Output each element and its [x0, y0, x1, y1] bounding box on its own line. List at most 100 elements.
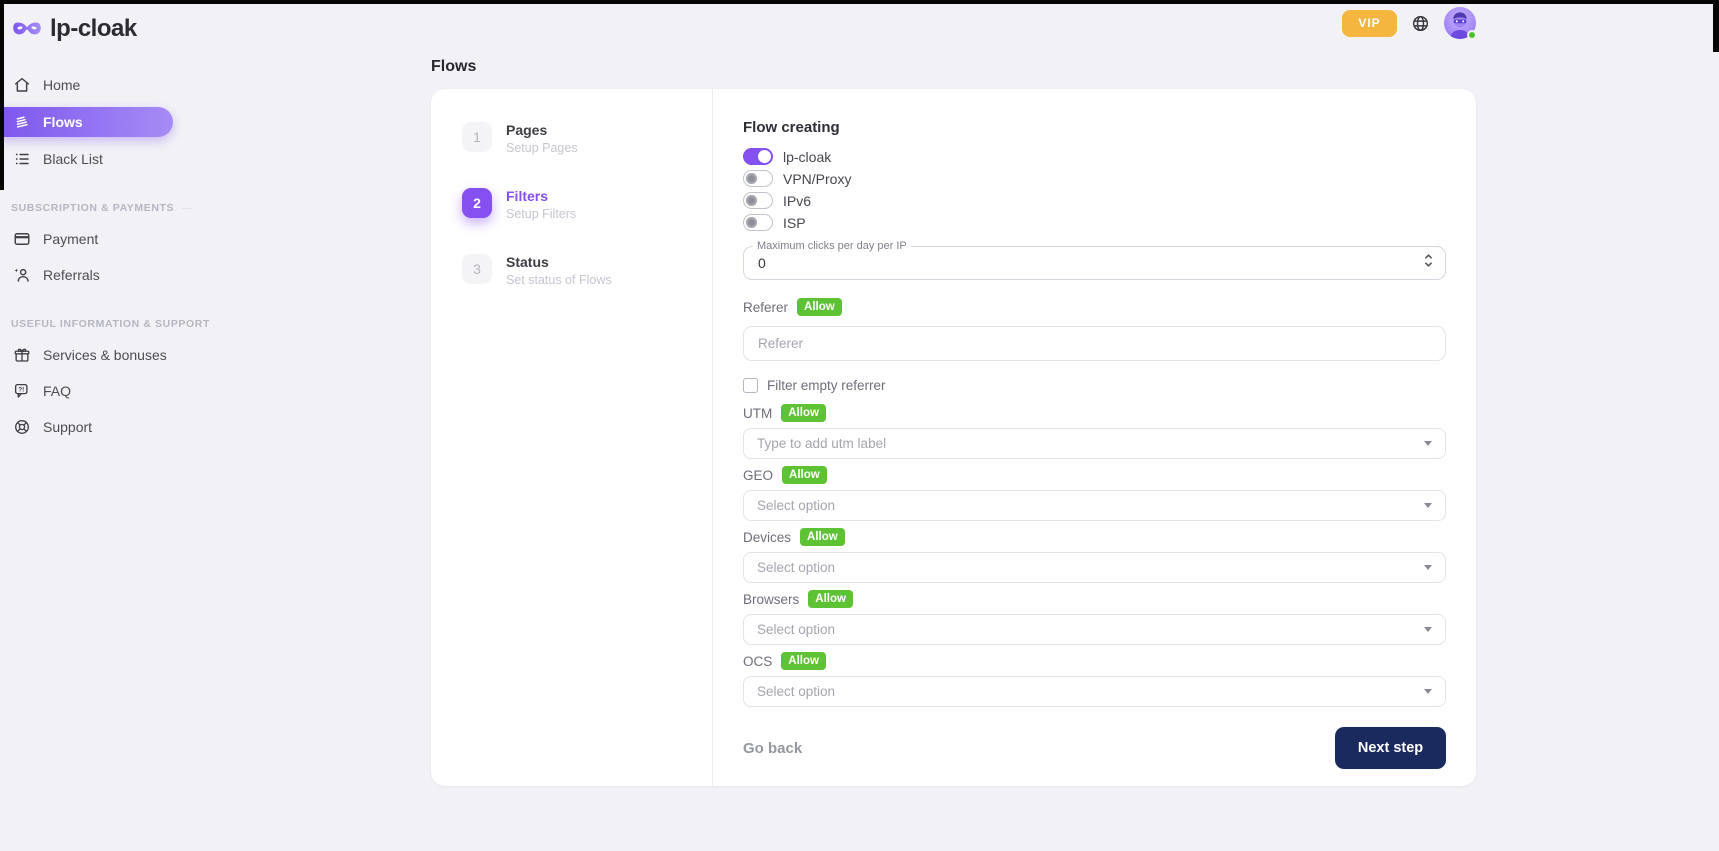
language-globe-button[interactable]: [1411, 14, 1430, 33]
filter-empty-referrer-row[interactable]: Filter empty referrer: [743, 378, 1446, 393]
topbar: VIP: [1342, 7, 1476, 39]
chevron-down-icon: [1424, 503, 1432, 508]
step-title: Status: [506, 254, 612, 270]
sidebar-item-label: Payment: [43, 231, 98, 247]
select-placeholder: Select option: [757, 498, 835, 513]
go-back-button[interactable]: Go back: [743, 740, 802, 757]
list-icon: [13, 150, 31, 168]
step-subtitle: Setup Pages: [506, 141, 578, 155]
home-icon: [13, 76, 31, 94]
ipv6-toggle[interactable]: [743, 192, 773, 209]
sidebar-item-label: Home: [43, 77, 80, 93]
screenshot-top-edge: [0, 0, 1719, 4]
geo-allow-badge[interactable]: Allow: [782, 466, 827, 484]
sidebar-item-support[interactable]: Support: [0, 412, 173, 442]
svg-text:?!: ?!: [18, 386, 24, 393]
screenshot-left-edge: [0, 0, 4, 190]
ocs-label: OCS: [743, 654, 772, 669]
form-title: Flow creating: [743, 119, 1446, 136]
chevron-up-down-icon: [1422, 253, 1435, 269]
sidebar-item-label: FAQ: [43, 383, 71, 399]
devices-group: Devices Allow Select option: [743, 530, 1446, 583]
sidebar-item-home[interactable]: Home: [0, 70, 173, 100]
step-title: Pages: [506, 122, 578, 138]
next-step-button[interactable]: Next step: [1335, 727, 1446, 769]
utm-allow-badge[interactable]: Allow: [781, 404, 826, 422]
ocs-group: OCS Allow Select option: [743, 654, 1446, 707]
filter-empty-referrer-checkbox[interactable]: [743, 378, 758, 393]
max-clicks-input[interactable]: [744, 247, 1445, 279]
referer-allow-badge[interactable]: Allow: [797, 298, 842, 316]
browsers-select[interactable]: Select option: [743, 614, 1446, 645]
mask-icon: [12, 19, 42, 39]
step-pages[interactable]: 1 Pages Setup Pages: [462, 122, 712, 155]
section-title: SUBSCRIPTION & PAYMENTS: [11, 202, 174, 214]
form-footer: Go back Next step: [743, 727, 1446, 769]
sidebar-item-black-list[interactable]: Black List: [0, 144, 173, 174]
page-title: Flows: [431, 58, 1719, 76]
sidebar: lp-cloak Home Flows: [0, 0, 173, 851]
referer-input[interactable]: [743, 326, 1446, 361]
geo-label-row: GEO Allow: [743, 468, 1446, 482]
toggle-row-lp-cloak[interactable]: lp-cloak: [743, 148, 1446, 165]
max-clicks-field: Maximum clicks per day per IP: [743, 246, 1446, 280]
chevron-down-icon: [1424, 689, 1432, 694]
sidebar-item-payment[interactable]: Payment: [0, 224, 173, 254]
flow-creating-form: Flow creating lp-cloak VPN/Proxy IPv6 IS…: [713, 89, 1476, 786]
brand-logo[interactable]: lp-cloak: [0, 12, 173, 46]
devices-select[interactable]: Select option: [743, 552, 1446, 583]
devices-allow-badge[interactable]: Allow: [800, 528, 845, 546]
sidebar-item-faq[interactable]: ?! FAQ: [0, 376, 173, 406]
sidebar-item-flows[interactable]: Flows: [0, 107, 173, 137]
select-placeholder: Select option: [757, 560, 835, 575]
sidebar-item-label: Black List: [43, 151, 103, 167]
step-status[interactable]: 3 Status Set status of Flows: [462, 254, 712, 287]
geo-select[interactable]: Select option: [743, 490, 1446, 521]
utm-group: UTM Allow Type to add utm label: [743, 406, 1446, 459]
select-placeholder: Select option: [757, 684, 835, 699]
app-screen: lp-cloak Home Flows: [0, 0, 1719, 851]
number-stepper[interactable]: [1422, 253, 1435, 274]
ocs-allow-badge[interactable]: Allow: [781, 652, 826, 670]
geo-label: GEO: [743, 468, 773, 483]
browsers-group: Browsers Allow Select option: [743, 592, 1446, 645]
sidebar-item-label: Referrals: [43, 267, 100, 283]
vip-button[interactable]: VIP: [1342, 10, 1397, 37]
sidebar-item-referrals[interactable]: Referrals: [0, 260, 173, 290]
vpn-proxy-toggle[interactable]: [743, 170, 773, 187]
toggle-label: lp-cloak: [783, 149, 831, 165]
browsers-allow-badge[interactable]: Allow: [808, 590, 853, 608]
toggle-label: IPv6: [783, 193, 811, 209]
utm-select[interactable]: Type to add utm label: [743, 428, 1446, 459]
step-filters[interactable]: 2 Filters Setup Filters: [462, 188, 712, 221]
toggle-row-ipv6[interactable]: IPv6: [743, 192, 1446, 209]
isp-toggle[interactable]: [743, 214, 773, 231]
flows-stack-icon: [13, 113, 31, 131]
ocs-label-row: OCS Allow: [743, 654, 1446, 668]
lp-cloak-toggle[interactable]: [743, 148, 773, 165]
browsers-label: Browsers: [743, 592, 799, 607]
devices-label-row: Devices Allow: [743, 530, 1446, 544]
step-number: 2: [462, 188, 492, 218]
utm-label-row: UTM Allow: [743, 406, 1446, 420]
browsers-label-row: Browsers Allow: [743, 592, 1446, 606]
ocs-select[interactable]: Select option: [743, 676, 1446, 707]
referer-label-row: Referer Allow: [743, 298, 1446, 316]
user-avatar[interactable]: [1444, 7, 1476, 39]
step-subtitle: Setup Filters: [506, 207, 576, 221]
sidebar-item-label: Support: [43, 419, 92, 435]
toggle-row-isp[interactable]: ISP: [743, 214, 1446, 231]
geo-group: GEO Allow Select option: [743, 468, 1446, 521]
gift-icon: [13, 346, 31, 364]
toggle-row-vpn-proxy[interactable]: VPN/Proxy: [743, 170, 1446, 187]
main-area: VIP: [173, 0, 1719, 851]
step-number: 3: [462, 254, 492, 284]
referral-person-icon: [13, 266, 31, 284]
referer-label: Referer: [743, 300, 788, 315]
credit-card-icon: [13, 230, 31, 248]
chevron-down-icon: [1424, 565, 1432, 570]
chevron-down-icon: [1424, 627, 1432, 632]
flow-card: 1 Pages Setup Pages 2 Filters Setup Filt…: [431, 89, 1476, 786]
sidebar-item-services-bonuses[interactable]: Services & bonuses: [0, 340, 173, 370]
globe-icon: [1411, 14, 1430, 33]
